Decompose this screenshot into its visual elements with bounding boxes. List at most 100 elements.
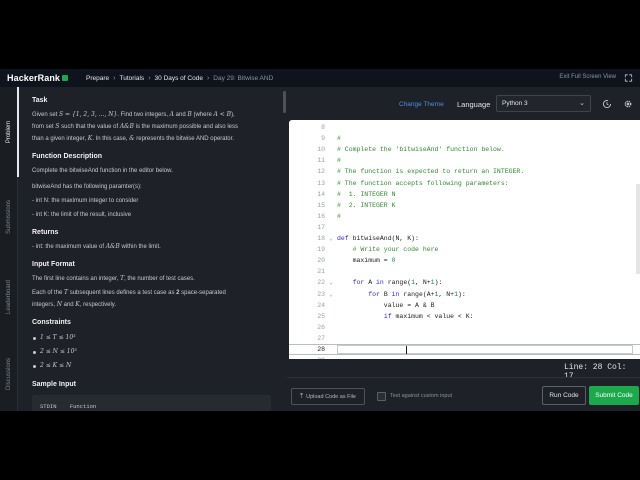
code-text: value = A & B [337,301,435,309]
line-number: 13 [317,179,325,187]
constraint-item: 1 ≤ T ≤ 10³ [33,331,271,345]
run-code-button[interactable]: Run Code [542,386,586,405]
editor-bottom-bar: ⤒ Upload Code as File Test against custo… [287,377,640,411]
code-line[interactable]: 12 # The function is expected to return a… [289,166,640,177]
code-line[interactable]: 28 [289,344,640,355]
fold-chevron-icon[interactable]: ⌄ [325,291,337,298]
input-format-line-1: The first line contains an integer, T, t… [32,275,195,282]
code-line[interactable]: 23 ⌄ for B in range(A+1, N+1): [289,289,640,300]
code-line[interactable]: 21 [289,266,640,277]
custom-input-checkbox[interactable] [377,392,386,401]
fold-chevron-icon[interactable]: ⌄ [325,279,337,286]
line-number: 21 [317,268,325,276]
sample-stdin-label: STDIN [40,403,57,410]
code-line[interactable]: 13 # The function accepts following param… [289,178,640,189]
line-number: 8 [321,124,325,131]
line-number: 14 [317,190,325,198]
fd-params: bitwiseAnd has the following paramter(s)… [32,184,142,190]
breadcrumb: Prepare › Tutorials › 30 Days of Code › … [86,75,273,82]
line-number: 19 [317,246,325,254]
code-line[interactable]: 25 if maximum < value < K: [289,311,640,322]
tab-leaderboard[interactable]: Leaderboard [0,257,18,337]
logo-text: HackerRank [7,73,61,83]
upload-code-button[interactable]: ⤒ Upload Code as File [291,388,365,405]
code-line[interactable]: 9 # [289,133,640,144]
editor-toolbar: Change Theme Language Python 3 ⌄ [287,87,640,120]
tab-submissions[interactable]: Submissions [0,177,18,257]
code-line[interactable]: 18 ⌄ def bitwiseAnd(N, K): [289,233,640,244]
chevron-right-icon: › [113,74,116,82]
code-line[interactable]: 16 # [289,211,640,222]
chevron-right-icon: › [206,74,210,82]
code-line[interactable]: 15 # 2. INTEGER K [289,200,640,211]
code-line[interactable]: 27 [289,333,640,344]
code-text: if maximum < value < K: [383,312,474,320]
submit-code-button[interactable]: Submit Code [589,386,639,405]
logo-square-icon [62,75,69,81]
hackerrank-logo[interactable]: HackerRank [7,73,69,83]
breadcrumb-current: Day 29: Bitwise AND [213,74,274,82]
line-number: 9 [321,135,325,143]
reset-code-icon[interactable] [602,99,612,109]
line-number: 17 [317,223,325,231]
code-text: # Write your code here [337,246,439,254]
code-editor[interactable]: 8 9 #10 # Complete the 'bitwiseAnd' functio… [289,120,640,359]
problem-statement: Task Given set S = {1, 2, 3, ..., N}. Fi… [19,87,284,411]
side-tabs: Problem Submissions Leaderboard Discussi… [0,87,19,411]
returns-heading: Returns [32,229,59,236]
active-line-highlight [337,345,633,354]
code-line[interactable]: 26 [289,322,640,333]
code-line[interactable]: 14 # 1. INTEGER N [289,189,640,200]
code-text: # 2. INTEGER K [337,201,396,209]
function-description-heading: Function Description [32,153,102,160]
breadcrumb-30-days[interactable]: 30 Days of Code [155,75,203,82]
editor-scrollbar[interactable] [636,184,640,274]
code-line[interactable]: 17 [289,222,640,233]
code-line[interactable]: 10 # Complete the 'bitwiseAnd' function b… [289,144,640,155]
code-line[interactable]: 29 [289,355,640,359]
line-number: 24 [317,301,325,309]
code-text: def bitwiseAnd(N, K): [337,235,419,242]
input-format-line-2: Each of the T subsequent lines defines a… [32,289,226,296]
code-line[interactable]: 8 [289,122,640,133]
change-theme-link[interactable]: Change Theme [399,101,444,108]
line-number: 11 [317,157,325,165]
gear-icon[interactable] [623,99,633,109]
task-line-3: than a given integer, K. In this case, &… [32,135,234,142]
chevron-down-icon: ⌄ [579,100,585,107]
tab-discussions[interactable]: Discussions [0,337,18,411]
constraint-item: 2 ≤ K ≤ N [33,359,271,373]
line-number: 15 [317,201,325,209]
line-number: 28 [317,346,325,353]
editor-area: Change Theme Language Python 3 ⌄ 8 9 #10 # … [287,87,640,411]
code-line[interactable]: 22 ⌄ for A in range(1, N+1): [289,277,640,288]
fd-text: Complete the bitwiseAnd function in the … [32,168,173,174]
code-text: # The function is expected to return an … [337,168,525,176]
upload-label: Upload Code as File [306,393,356,400]
tab-problem[interactable]: Problem [0,87,19,177]
exit-fullscreen-icon[interactable] [624,74,633,82]
code-line[interactable]: 20 maximum = 0 [289,255,640,266]
line-number: 27 [317,334,325,342]
upload-icon: ⤒ [300,392,304,400]
sample-input-box: STDIN Function [32,395,271,411]
breadcrumb-tutorials[interactable]: Tutorials [120,75,145,82]
code-line[interactable]: 19 # Write your code here [289,244,640,255]
input-format-heading: Input Format [32,261,75,268]
code-text: # [337,135,341,143]
input-format-line-3: integers, N and K, respectively. [32,301,117,308]
breadcrumb-prepare[interactable]: Prepare [86,75,109,82]
code-text: # [337,157,341,165]
code-text: # The function accepts following paramet… [337,179,509,187]
task-line-2: from set S such that the value of A&B is… [32,123,238,130]
exit-fullscreen-link[interactable]: Exit Full Screen View [559,74,616,80]
language-select[interactable]: Python 3 ⌄ [496,95,591,112]
text-cursor [406,346,407,354]
code-text: # Complete the 'bitwiseAnd' function bel… [337,146,505,154]
problem-scrollbar[interactable] [283,91,286,113]
returns-text: - int: the maximum value of A&B within t… [32,243,161,250]
fold-chevron-icon[interactable]: ⌄ [325,235,337,242]
code-line[interactable]: 11 # [289,155,640,166]
line-number: 25 [317,312,325,320]
code-line[interactable]: 24 value = A & B [289,300,640,311]
